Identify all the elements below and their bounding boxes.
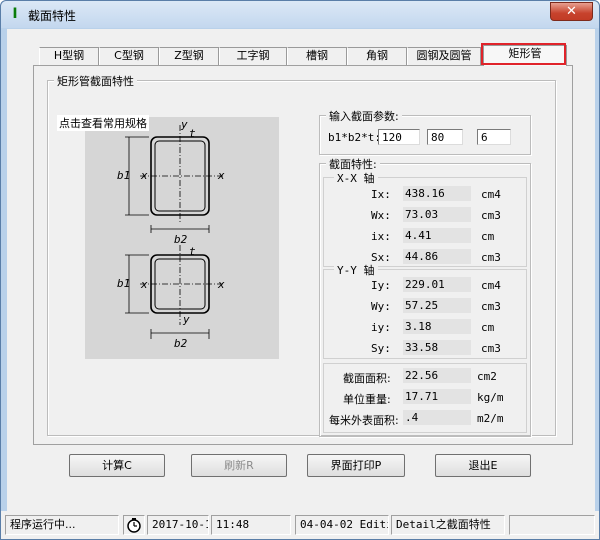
input-group-title: 输入截面参数: <box>326 108 402 124</box>
status-date: 2017-10-11 <box>147 515 209 535</box>
drawing-label-t-top: t <box>189 127 196 140</box>
prop-value-sx: 44.86 <box>403 249 471 264</box>
refresh-button[interactable]: 刷新R <box>191 454 287 477</box>
app-icon: I <box>12 6 18 22</box>
drawing-label-x-right-2: x <box>218 278 225 291</box>
prop-unit-sy: cm3 <box>481 342 501 355</box>
prop-unit-area: cm2 <box>477 370 497 383</box>
prop-label-ix-minor: ix: <box>371 230 391 243</box>
drawing-label-b1-top: b1 <box>117 169 131 182</box>
prop-value-weight: 17.71 <box>403 389 471 404</box>
prop-unit-ix-major: cm4 <box>481 188 501 201</box>
prop-label-weight: 单位重量: <box>343 393 391 406</box>
close-button[interactable]: ✕ <box>550 2 593 21</box>
prop-value-iy-major: 229.01 <box>403 277 471 292</box>
t-input[interactable] <box>477 129 511 145</box>
prop-value-wy: 57.25 <box>403 298 471 313</box>
calculate-button[interactable]: 计算C <box>69 454 165 477</box>
status-bar: 程序运行中... 2017-10-11 11:48 04-04-02 Editi… <box>1 511 599 539</box>
active-tab-highlight <box>481 43 566 65</box>
drawing-label-x-right: x <box>218 169 225 182</box>
prop-unit-weight: kg/m <box>477 391 504 404</box>
section-drawing[interactable]: y x x b1 b2 t x x b1 y t b2 <box>85 117 279 359</box>
drawing-label-b2-bottom: b2 <box>174 337 188 350</box>
drawing-label-b1-bottom: b1 <box>117 277 131 290</box>
prop-label-surface: 每米外表面积: <box>329 414 399 427</box>
main-group-title: 矩形管截面特性 <box>54 73 137 89</box>
prop-label-sx: Sx: <box>371 251 391 264</box>
status-detail: Detail之截面特性 <box>391 515 505 535</box>
xx-axis-title: X-X 轴 <box>334 170 378 186</box>
prop-value-area: 22.56 <box>403 368 471 383</box>
tab-z-steel[interactable]: Z型钢 <box>159 47 219 65</box>
prop-value-ix-minor: 4.41 <box>403 228 471 243</box>
prop-unit-ix-minor: cm <box>481 230 495 243</box>
prop-value-iy-minor: 3.18 <box>403 319 471 334</box>
prop-label-wy: Wy: <box>371 300 391 313</box>
prop-unit-wy: cm3 <box>481 300 501 313</box>
tab-round[interactable]: 圆钢及圆管 <box>407 47 481 65</box>
tab-c-steel[interactable]: C型钢 <box>99 47 159 65</box>
prop-value-wx: 73.03 <box>403 207 471 222</box>
drawing-label-x-left: x <box>141 169 148 182</box>
prop-unit-surface: m2/m <box>477 412 504 425</box>
drawing-label-b2-top: b2 <box>174 233 188 246</box>
prop-label-wx: Wx: <box>371 209 391 222</box>
prop-unit-iy-major: cm4 <box>481 279 501 292</box>
prop-unit-wx: cm3 <box>481 209 501 222</box>
prop-label-ix-major: Ix: <box>371 188 391 201</box>
b2-input[interactable] <box>427 129 463 145</box>
prop-unit-sx: cm3 <box>481 251 501 264</box>
status-empty <box>509 515 595 535</box>
app-window: I 截面特性 ✕ H型钢 C型钢 Z型钢 工字钢 槽钢 角钢 圆钢及圆管 矩形管… <box>0 0 600 540</box>
prop-value-ix-major: 438.16 <box>403 186 471 201</box>
tab-h-steel[interactable]: H型钢 <box>39 47 99 65</box>
status-running: 程序运行中... <box>5 515 119 535</box>
drawing-label-y-top: y <box>181 118 188 131</box>
input-label: b1*b2*t: <box>328 131 381 144</box>
yy-axis-title: Y-Y 轴 <box>334 262 378 278</box>
status-time: 11:48 <box>211 515 291 535</box>
tab-channel[interactable]: 槽钢 <box>287 47 347 65</box>
prop-label-iy-minor: iy: <box>371 321 391 334</box>
tab-angle[interactable]: 角钢 <box>347 47 407 65</box>
exit-button[interactable]: 退出E <box>435 454 531 477</box>
b1-input[interactable] <box>378 129 420 145</box>
drawing-label-t-bottom: t <box>189 245 196 258</box>
prop-label-sy: Sy: <box>371 342 391 355</box>
prop-label-iy-major: Iy: <box>371 279 391 292</box>
prop-value-sy: 33.58 <box>403 340 471 355</box>
client-area: H型钢 C型钢 Z型钢 工字钢 槽钢 角钢 圆钢及圆管 矩形管 矩形管截面特性 <box>7 29 595 511</box>
clock-icon <box>123 515 145 535</box>
drawing-label-x-left-2: x <box>141 278 148 291</box>
status-edition: 04-04-02 Edition <box>295 515 389 535</box>
drawing-label-y-bottom: y <box>183 313 190 326</box>
tab-i-beam[interactable]: 工字钢 <box>219 47 287 65</box>
print-button[interactable]: 界面打印P <box>307 454 405 477</box>
prop-unit-iy-minor: cm <box>481 321 495 334</box>
prop-label-area: 截面面积: <box>343 372 391 385</box>
prop-value-surface: .4 <box>403 410 471 425</box>
window-title: 截面特性 <box>28 9 77 23</box>
title-bar: I 截面特性 ✕ <box>1 1 599 28</box>
drawing-caption[interactable]: 点击查看常用规格 <box>57 115 149 131</box>
